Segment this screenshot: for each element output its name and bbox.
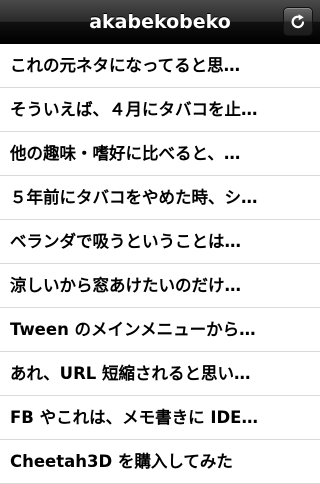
list-item[interactable]: Cheetah3D を購入してみた	[0, 440, 320, 484]
list-item[interactable]: ベランダで吸うということは…	[0, 220, 320, 264]
list-item[interactable]: あれ、URL 短縮されると思い…	[0, 352, 320, 396]
list-item[interactable]: Tween のメインメニューから…	[0, 308, 320, 352]
list-item-label: FB やこれは、メモ書きに IDE…	[10, 408, 258, 427]
list-item[interactable]: そういえば、４月にタバコを止…	[0, 88, 320, 132]
refresh-icon	[291, 14, 305, 29]
nav-title: akabekobeko	[89, 11, 231, 33]
list-item-label: ５年前にタバコをやめた時、シ…	[10, 188, 258, 207]
list-item[interactable]: 他の趣味・嗜好に比べると、…	[0, 132, 320, 176]
list-item-label: Tween のメインメニューから…	[10, 320, 256, 339]
list-item-label: 他の趣味・嗜好に比べると、…	[10, 144, 241, 163]
refresh-button[interactable]	[283, 7, 313, 36]
list-item[interactable]: FB やこれは、メモ書きに IDE…	[0, 396, 320, 440]
list-item-label: ベランダで吸うということは…	[10, 232, 241, 251]
list-item-label: そういえば、４月にタバコを止…	[10, 100, 258, 119]
list-item[interactable]: これの元ネタになってると思…	[0, 44, 320, 88]
list-item[interactable]: ５年前にタバコをやめた時、シ…	[0, 176, 320, 220]
tweet-list: これの元ネタになってると思… そういえば、４月にタバコを止… 他の趣味・嗜好に比…	[0, 44, 320, 484]
list-item-label: Cheetah3D を購入してみた	[10, 452, 233, 471]
navigation-bar: akabekobeko	[0, 0, 320, 44]
list-item-label: あれ、URL 短縮されると思い…	[10, 364, 251, 383]
list-item-label: 涼しいから窓あけたいのだけ…	[10, 276, 241, 295]
list-item[interactable]: 涼しいから窓あけたいのだけ…	[0, 264, 320, 308]
list-item-label: これの元ネタになってると思…	[10, 56, 241, 75]
